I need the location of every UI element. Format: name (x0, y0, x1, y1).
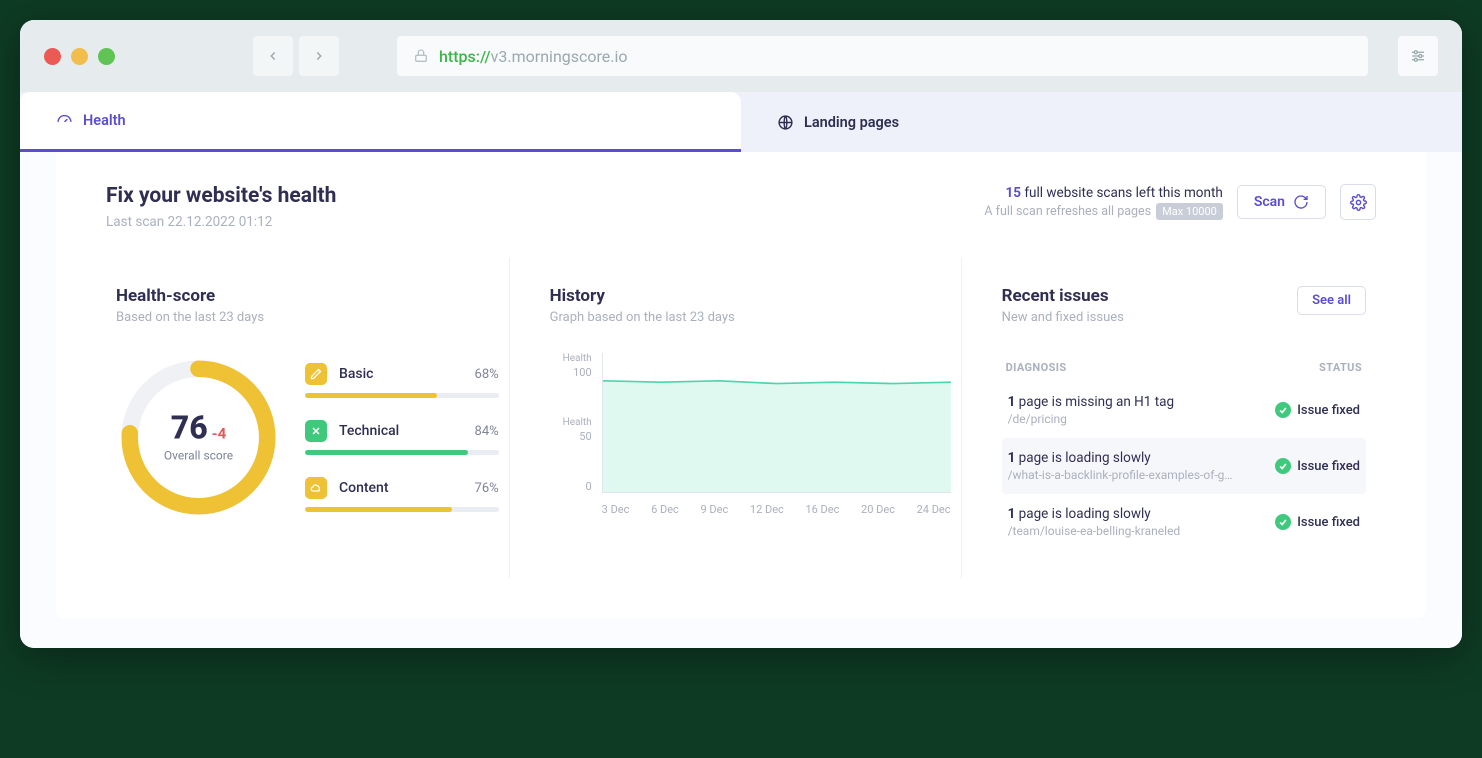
x-tick: 20 Dec (861, 503, 895, 516)
panel-title: Recent issues (1002, 286, 1124, 306)
x-tick: 3 Dec (602, 503, 630, 516)
settings-button[interactable] (1340, 184, 1376, 220)
health-score-panel: Health-score Based on the last 23 days 7… (106, 258, 509, 578)
panel-subtitle: New and fixed issues (1002, 310, 1124, 325)
panel-title: History (550, 286, 951, 306)
x-tick: 9 Dec (700, 503, 728, 516)
issue-status: Issue fixed (1275, 402, 1360, 418)
issue-status: Issue fixed (1275, 514, 1360, 530)
y-tick: 100 (563, 366, 592, 379)
issues-list: 1 page is missing an H1 tag/de/pricingIs… (1002, 382, 1366, 550)
issue-path: /de/pricing (1008, 412, 1175, 426)
check-icon (1275, 514, 1291, 530)
col-diagnosis: DIAGNOSIS (1006, 361, 1067, 374)
score-gauge: 76-4 Overall score (116, 355, 281, 520)
tab-health[interactable]: Health (20, 92, 741, 152)
metric-content: Content 76% (305, 477, 499, 512)
tab-label: Health (83, 112, 126, 129)
see-all-button[interactable]: See all (1297, 286, 1366, 315)
metric-technical: Technical 84% (305, 420, 499, 455)
check-icon (1275, 402, 1291, 418)
refresh-text: A full scan refreshes all pages (984, 204, 1151, 219)
metric-pct: 68% (475, 367, 499, 382)
content-area: Fix your website's health Last scan 22.1… (56, 152, 1426, 618)
issue-row[interactable]: 1 page is missing an H1 tag/de/pricingIs… (1002, 382, 1366, 438)
x-tick: 6 Dec (651, 503, 679, 516)
close-window-dot[interactable] (44, 48, 61, 65)
scans-left-text: full website scans left this month (1021, 185, 1223, 201)
issue-status: Issue fixed (1275, 458, 1360, 474)
forward-button[interactable] (299, 36, 339, 76)
scans-left-count: 15 (1006, 185, 1022, 201)
panel-title: Health-score (116, 286, 499, 306)
app-body: Health Landing pages Fix your website's … (20, 92, 1462, 648)
metric-pct: 84% (475, 424, 499, 439)
url-bar[interactable]: https://v3.morningscore.io (397, 36, 1368, 76)
y-tick: 50 (563, 430, 592, 443)
x-tick: 16 Dec (805, 503, 839, 516)
last-scan-text: Last scan 22.12.2022 01:12 (106, 214, 336, 230)
recent-issues-panel: Recent issues New and fixed issues See a… (961, 258, 1376, 578)
refresh-icon (1293, 194, 1309, 210)
col-status: STATUS (1319, 361, 1362, 374)
history-chart: Health100Health500 3 Dec6 Dec9 Dec12 Dec… (550, 353, 951, 533)
panel-subtitle: Based on the last 23 days (116, 310, 499, 325)
window-controls (44, 48, 115, 65)
globe-icon (777, 114, 794, 131)
issue-row[interactable]: 1 page is loading slowly/what-is-a-backl… (1002, 438, 1366, 494)
metric-name: Technical (339, 423, 463, 439)
y-tick: 0 (585, 480, 591, 493)
browser-settings-button[interactable] (1398, 36, 1438, 76)
tab-label: Landing pages (804, 114, 899, 131)
score-delta: -4 (212, 424, 227, 442)
metric-name: Content (339, 480, 463, 496)
metric-pct: 76% (475, 481, 499, 496)
metric-basic: Basic 68% (305, 363, 499, 398)
tab-landing-pages[interactable]: Landing pages (741, 92, 1462, 152)
nav-buttons (253, 36, 339, 76)
x-tick: 24 Dec (917, 503, 951, 516)
sliders-icon (1409, 47, 1427, 65)
issue-path: /what-is-a-backlink-profile-examples-of-… (1008, 468, 1238, 482)
scan-button[interactable]: Scan (1237, 185, 1326, 219)
history-panel: History Graph based on the last 23 days … (509, 258, 961, 578)
url-text: https://v3.morningscore.io (439, 47, 628, 66)
metric-name: Basic (339, 366, 463, 382)
check-icon (1275, 458, 1291, 474)
score-value: 76 (171, 408, 208, 446)
page-header: Fix your website's health Last scan 22.1… (56, 152, 1426, 258)
issue-row[interactable]: 1 page is loading slowly/team/louise-ea-… (1002, 494, 1366, 550)
max-badge: Max 10000 (1156, 203, 1223, 220)
issue-path: /team/louise-ea-belling-kraneled (1008, 524, 1181, 538)
x-tick: 12 Dec (750, 503, 784, 516)
score-label: Overall score (164, 448, 233, 462)
gauge-icon (56, 112, 73, 129)
lock-icon (413, 48, 429, 64)
main-tabs: Health Landing pages (20, 92, 1462, 152)
panel-subtitle: Graph based on the last 23 days (550, 310, 951, 325)
x-icon (305, 420, 327, 442)
back-button[interactable] (253, 36, 293, 76)
metric-list: Basic 68% Technical 84% Content 76% (305, 363, 499, 512)
maximize-window-dot[interactable] (98, 48, 115, 65)
page-title: Fix your website's health (106, 184, 336, 208)
cloud-icon (305, 477, 327, 499)
scan-info: 15 full website scans left this month A … (984, 185, 1222, 219)
gear-icon (1350, 194, 1367, 211)
browser-window: https://v3.morningscore.io Health Landin… (20, 20, 1462, 648)
browser-chrome: https://v3.morningscore.io (20, 20, 1462, 92)
scan-button-label: Scan (1254, 194, 1285, 210)
pencil-icon (305, 363, 327, 385)
minimize-window-dot[interactable] (71, 48, 88, 65)
panels-row: Health-score Based on the last 23 days 7… (56, 258, 1426, 618)
